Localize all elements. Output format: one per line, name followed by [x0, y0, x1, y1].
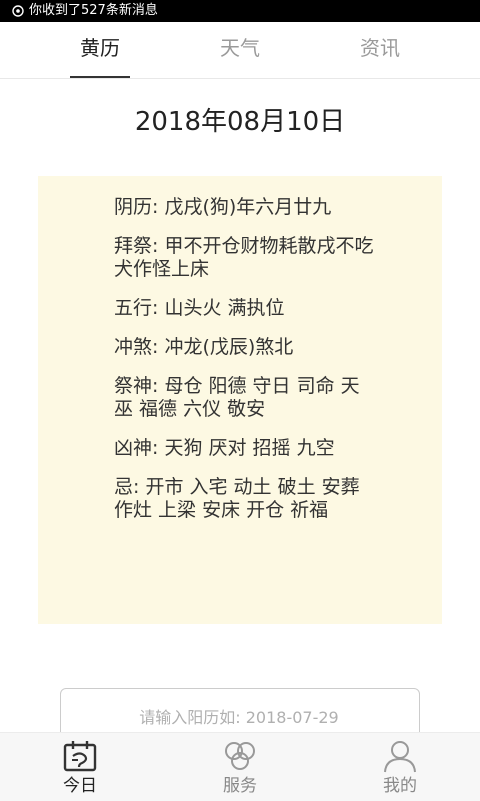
notification-app-icon [12, 5, 24, 17]
almanac-item-clash: 冲煞: 冲龙(戊辰)煞北 [114, 336, 374, 359]
almanac-list: 阴历: 戊戌(狗)年六月廿九 拜祭: 甲不开仓财物耗散戌不吃犬作怪上床 五行: … [114, 196, 374, 522]
calendar-icon [62, 739, 98, 773]
almanac-item-value: 开市 入宅 动土 破土 安葬 作灶 上梁 安床 开仓 祈福 [114, 476, 360, 521]
almanac-item-label: 祭神 [114, 375, 153, 397]
active-tab-indicator [70, 76, 130, 78]
almanac-item-label: 阴历 [114, 196, 153, 218]
almanac-item-value: 冲龙(戊辰)煞北 [164, 336, 294, 358]
nav-label-mine: 我的 [383, 776, 417, 796]
almanac-item-label: 冲煞 [114, 336, 153, 358]
circles-icon [222, 739, 258, 773]
almanac-separator: : [152, 196, 165, 218]
almanac-item-inauspicious-gods: 凶神: 天狗 厌对 招摇 九空 [114, 437, 374, 460]
tab-almanac[interactable]: 黄历 [40, 22, 160, 78]
almanac-separator: : [133, 476, 146, 498]
almanac-separator: : [152, 336, 165, 358]
almanac-item-auspicious-gods: 祭神: 母仓 阳德 守日 司命 天巫 福德 六仪 敬安 [114, 375, 374, 421]
almanac-item-label: 凶神 [114, 437, 153, 459]
almanac-item-label: 拜祭 [114, 235, 153, 257]
almanac-item-avoid: 忌: 开市 入宅 动土 破土 安葬 作灶 上梁 安床 开仓 祈福 [114, 476, 374, 522]
almanac-item-value: 戊戌(狗)年六月廿九 [164, 196, 332, 218]
nav-label-today: 今日 [63, 776, 97, 796]
user-icon [382, 739, 418, 773]
nav-item-services[interactable]: 服务 [160, 733, 320, 801]
almanac-item-value: 天狗 厌对 招摇 九空 [164, 437, 335, 459]
notification-text: 你收到了527条新消息 [29, 3, 158, 18]
nav-item-mine[interactable]: 我的 [320, 733, 480, 801]
almanac-item-label: 五行 [114, 297, 153, 319]
date-title: 2018年08月10日 [134, 107, 346, 137]
almanac-item-worship: 拜祭: 甲不开仓财物耗散戌不吃犬作怪上床 [114, 235, 374, 281]
almanac-separator: : [152, 437, 165, 459]
almanac-card: 阴历: 戊戌(狗)年六月廿九 拜祭: 甲不开仓财物耗散戌不吃犬作怪上床 五行: … [38, 176, 442, 624]
tab-news[interactable]: 资讯 [320, 22, 440, 78]
almanac-item-label: 忌 [114, 476, 134, 498]
almanac-separator: : [152, 235, 165, 257]
nav-label-services: 服务 [223, 776, 257, 796]
almanac-item-lunar: 阴历: 戊戌(狗)年六月廿九 [114, 196, 374, 219]
tab-weather[interactable]: 天气 [180, 22, 300, 78]
almanac-separator: : [152, 375, 165, 397]
bottom-nav: 今日 服务 我的 [0, 732, 480, 801]
almanac-item-value: 山头火 满执位 [164, 297, 285, 319]
top-tab-bar: 黄历 天气 资讯 [0, 22, 480, 79]
status-bar: 你收到了527条新消息 [0, 0, 480, 22]
almanac-item-five-elements: 五行: 山头火 满执位 [114, 297, 374, 320]
nav-item-today[interactable]: 今日 [0, 733, 160, 801]
almanac-separator: : [152, 297, 165, 319]
